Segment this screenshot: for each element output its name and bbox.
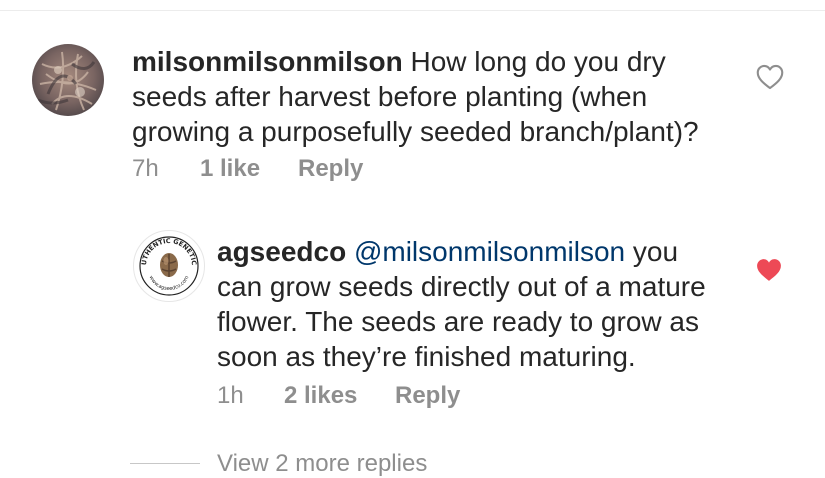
view-more-label[interactable]: View 2 more replies bbox=[217, 450, 427, 478]
view-more-line bbox=[130, 463, 200, 464]
reply-button[interactable]: Reply bbox=[298, 155, 363, 183]
authentic-genetics-seal-icon: AUTHENTIC GENETICS www.agseedco.com bbox=[134, 231, 202, 299]
like-button[interactable] bbox=[756, 64, 784, 90]
comment-time: 7h bbox=[132, 155, 159, 182]
heart-outline-icon bbox=[756, 64, 784, 90]
comment-meta: 7h 1 like Reply bbox=[132, 155, 532, 185]
comment-milsonmilsonmilson: milsonmilsonmilson How long do you dry s… bbox=[0, 0, 825, 200]
like-count[interactable]: 2 likes bbox=[284, 382, 357, 410]
comment-line: soon as they’re finished maturing. bbox=[217, 341, 636, 372]
comment-line: growing a purposefully seeded branch/pla… bbox=[132, 116, 699, 147]
avatar[interactable]: AUTHENTIC GENETICS www.agseedco.com bbox=[133, 230, 205, 302]
comment-line: you bbox=[632, 236, 679, 267]
comment-time: 1h bbox=[217, 382, 244, 409]
like-button[interactable] bbox=[756, 258, 784, 284]
heart-filled-icon bbox=[757, 259, 781, 281]
comment-username[interactable]: milsonmilsonmilson bbox=[132, 46, 403, 77]
mention-link[interactable]: @milsonmilsonmilson bbox=[354, 236, 625, 267]
like-count[interactable]: 1 like bbox=[200, 155, 260, 183]
comment-meta: 1h 2 likes Reply bbox=[217, 382, 617, 412]
comment-line: How long do you dry bbox=[410, 46, 666, 77]
comment-agseedco: AUTHENTIC GENETICS www.agseedco.com agse… bbox=[0, 210, 825, 440]
comment-line: seeds after harvest before planting (whe… bbox=[132, 81, 648, 112]
comment-text: agseedco @milsonmilsonmilson you can gro… bbox=[217, 234, 757, 374]
comment-line: can grow seeds directly out of a mature bbox=[217, 271, 706, 302]
comment-username[interactable]: agseedco bbox=[217, 236, 346, 267]
reply-button[interactable]: Reply bbox=[395, 382, 460, 410]
comment-line: flower. The seeds are ready to grow as bbox=[217, 306, 699, 337]
dried-plant-photo-icon bbox=[32, 44, 104, 116]
avatar[interactable] bbox=[32, 44, 104, 116]
comment-text: milsonmilsonmilson How long do you dry s… bbox=[132, 44, 742, 149]
